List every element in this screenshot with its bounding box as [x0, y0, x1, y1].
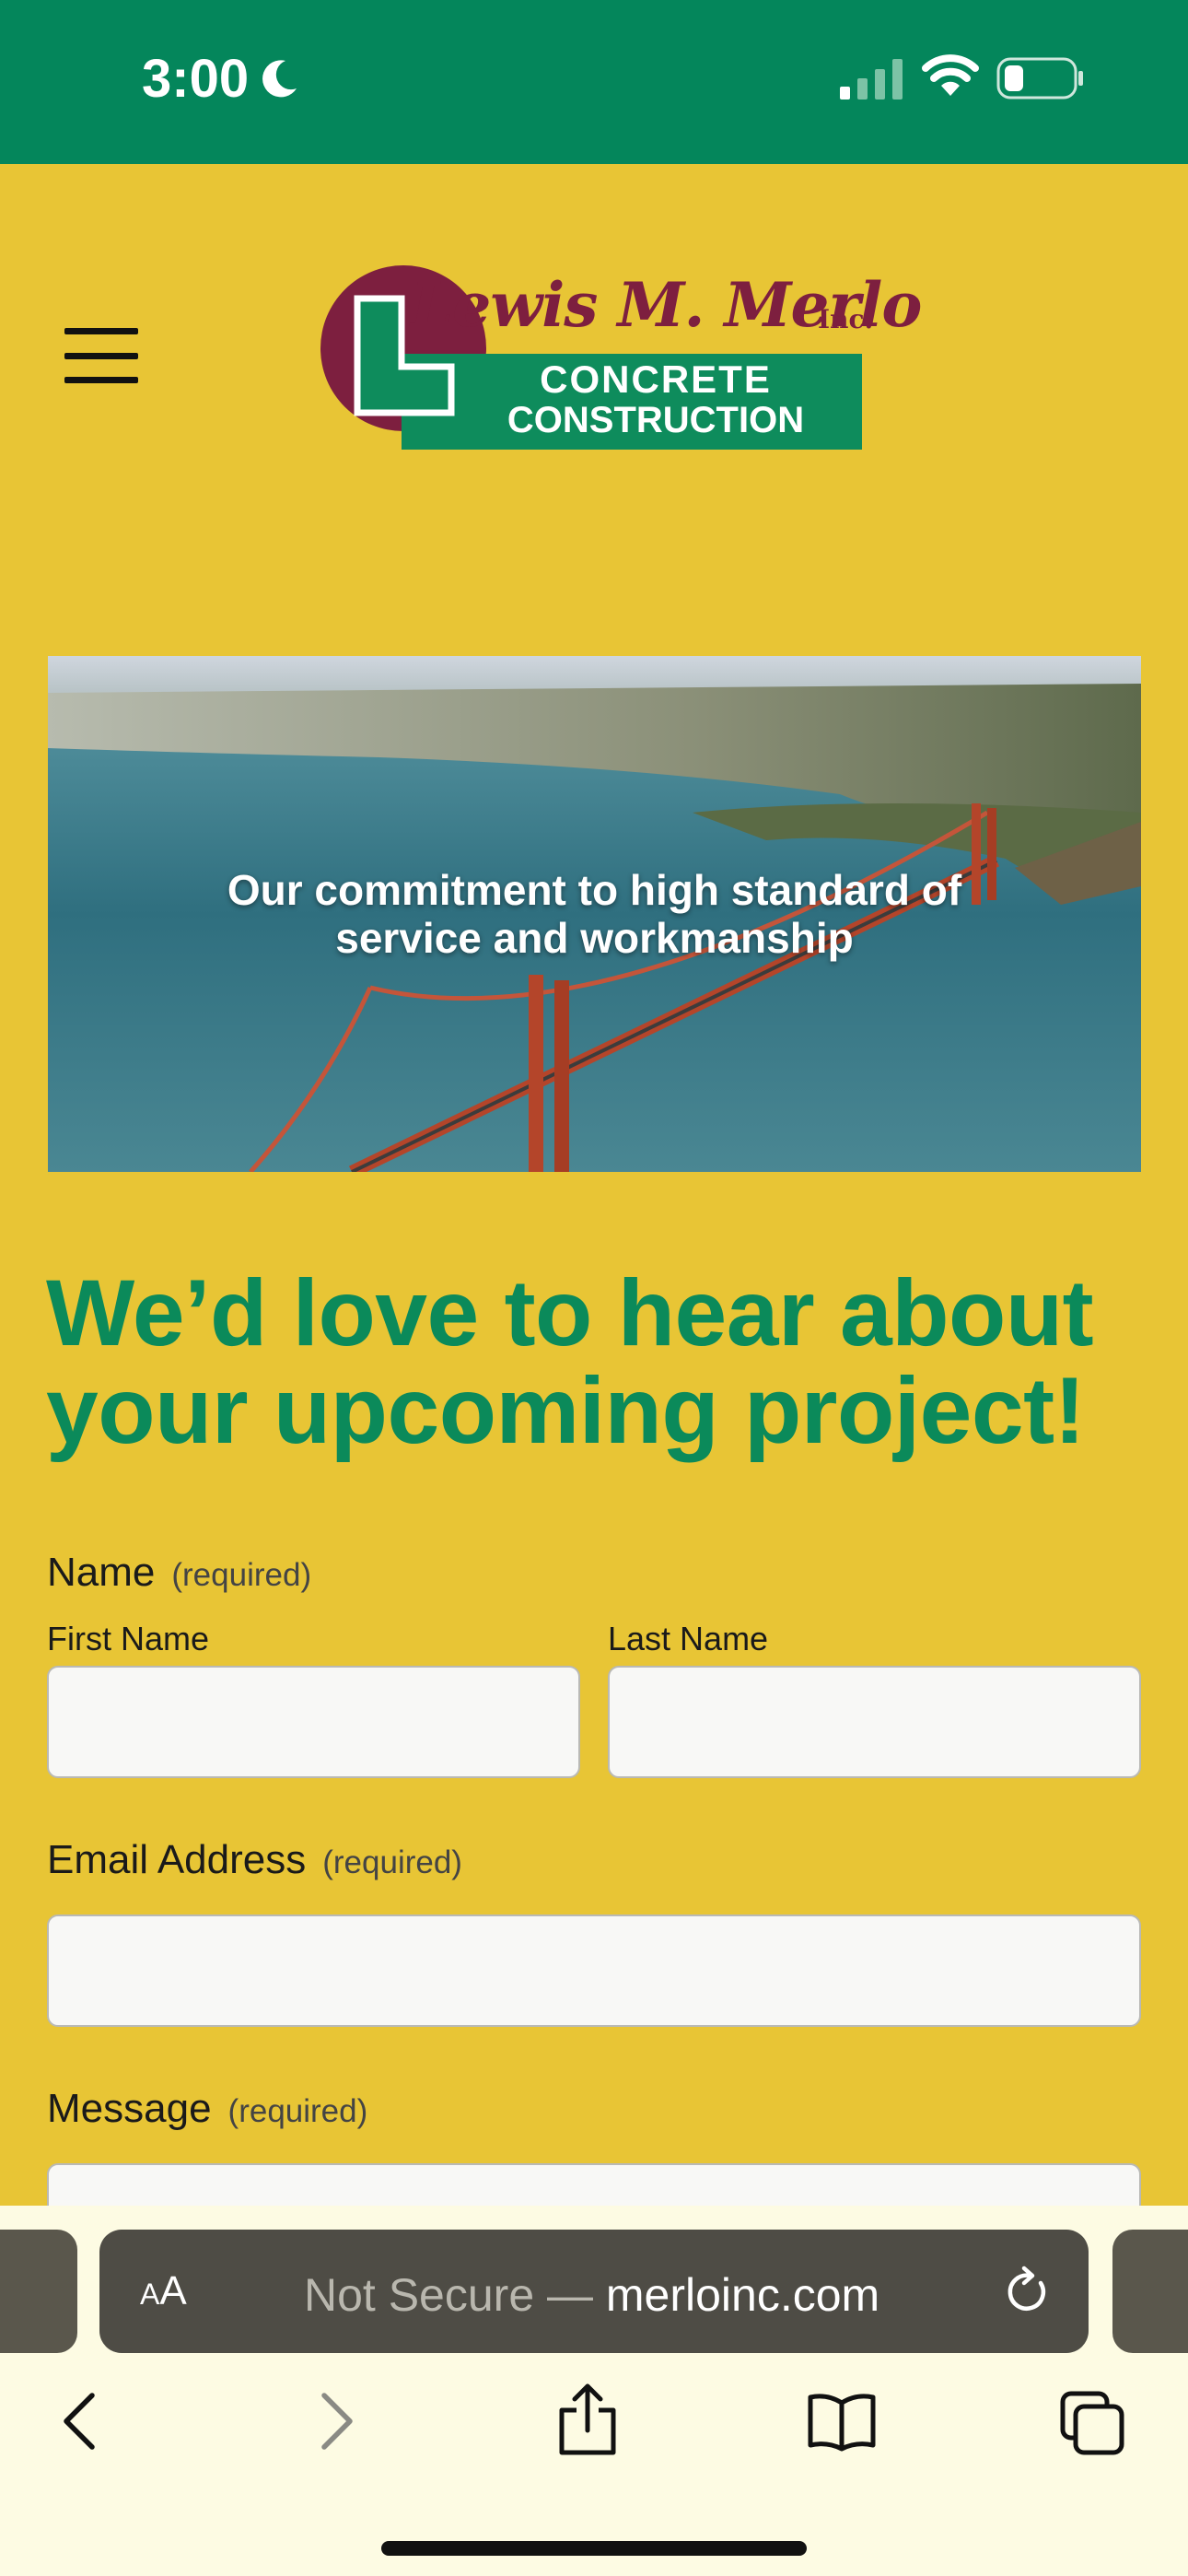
url-domain: merloinc.com — [605, 2269, 880, 2321]
reader-aa-button[interactable]: AA — [140, 2268, 187, 2314]
reload-icon[interactable] — [1004, 2265, 1052, 2316]
forward-icon[interactable] — [317, 2392, 357, 2451]
menu-button[interactable] — [64, 328, 138, 383]
status-time: 3:00 — [142, 49, 250, 109]
hero-banner: Our commitment to high standard of servi… — [48, 656, 1141, 1172]
url-text[interactable]: Not Secure — merloinc.com — [304, 2268, 879, 2322]
name-required: (required) — [171, 1557, 312, 1593]
moon-icon — [262, 60, 297, 98]
hero-caption: Our commitment to high standard of servi… — [227, 866, 962, 962]
last-name-label: Last Name — [608, 1620, 769, 1657]
url-security-prefix: Not Secure — — [304, 2269, 606, 2321]
status-bar: 3:00 — [0, 0, 1188, 164]
first-name-input[interactable] — [47, 1666, 580, 1778]
bookmarks-icon[interactable] — [807, 2392, 877, 2453]
wifi-icon — [922, 54, 979, 96]
name-label: Name (required) — [47, 1550, 312, 1595]
logo-line2: CONSTRUCTION — [507, 400, 805, 440]
email-required: (required) — [322, 1844, 462, 1880]
battery-icon — [996, 57, 1083, 100]
back-icon[interactable] — [59, 2392, 99, 2451]
logo-line1: CONCRETE — [540, 357, 772, 401]
signal-icon — [840, 59, 903, 100]
next-tab-preview[interactable] — [1112, 2230, 1188, 2353]
logo-suffix: Inc. — [818, 304, 874, 334]
previous-tab-preview[interactable] — [0, 2230, 77, 2353]
hamburger-icon — [64, 328, 138, 334]
page-heading: We’d love to hear about your upcoming pr… — [46, 1260, 1094, 1463]
tabs-icon[interactable] — [1059, 2390, 1125, 2456]
first-name-label: First Name — [47, 1620, 210, 1657]
logo[interactable]: Lewis M. Merlo Inc. CONCRETE CONSTRUCTIO… — [320, 263, 922, 450]
email-label: Email Address (required) — [47, 1837, 462, 1882]
home-indicator[interactable] — [381, 2541, 807, 2556]
share-icon[interactable] — [556, 2383, 619, 2456]
message-required: (required) — [227, 2093, 368, 2129]
last-name-input[interactable] — [608, 1666, 1141, 1778]
email-input[interactable] — [47, 1914, 1141, 2027]
message-label: Message (required) — [47, 2086, 368, 2131]
